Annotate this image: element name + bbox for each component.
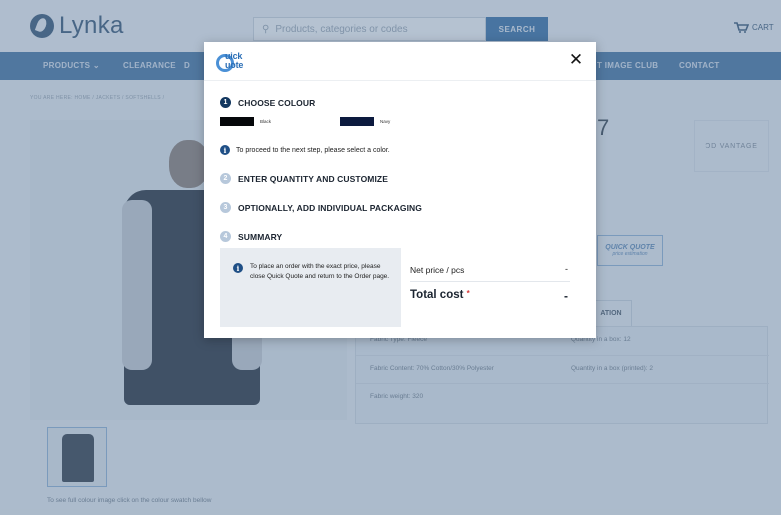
quick-quote-logo: uick uote [216,50,256,76]
total-cost-value: - [564,289,568,303]
select-colour-message: i To proceed to the next step, please se… [220,145,390,155]
required-mark: * [466,289,470,298]
step-number: 1 [220,97,231,108]
step-enter-quantity: 2 ENTER QUANTITY AND CUSTOMIZE [220,173,388,184]
step-choose-colour: 1 CHOOSE COLOUR [220,97,315,108]
swatch-color-box [340,117,374,126]
info-icon: i [220,145,230,155]
swatch-color-box [220,117,254,126]
summary-box: i To place an order with the exact price… [220,248,580,327]
net-price-value: - [565,264,568,274]
info-icon: i [233,263,243,273]
price-divider [410,281,570,282]
quick-quote-modal: uick uote ✕ 1 CHOOSE COLOUR Black Navy i… [204,42,596,338]
step-label: CHOOSE COLOUR [238,97,316,108]
colour-swatch-black[interactable]: Black [220,117,271,126]
total-cost-label: Total cost * [410,289,470,301]
swatch-label: Black [260,119,272,124]
step-number: 3 [220,202,231,213]
logo-text-line2: uote [225,60,244,70]
close-icon[interactable]: ✕ [566,50,586,70]
price-card: Net price / pcs - Total cost * - [401,248,580,327]
header-divider [204,80,596,81]
step-label: OPTIONALLY, ADD INDIVIDUAL PACKAGING [238,202,423,213]
net-price-label: Net price / pcs [410,265,465,275]
total-cost-text: Total cost [410,289,464,301]
step-number: 2 [220,173,231,184]
step-label: SUMMARY [238,231,283,242]
step-summary: 4 SUMMARY [220,231,282,242]
summary-note-text: To place an order with the exact price, … [250,263,390,280]
quick-quote-logo-text: uick uote [225,52,243,70]
info-text: To proceed to the next step, please sele… [236,146,390,154]
swatch-label: Navy [380,119,391,124]
colour-swatch-navy[interactable]: Navy [340,117,390,126]
step-label: ENTER QUANTITY AND CUSTOMIZE [238,173,388,184]
step-packaging: 3 OPTIONALLY, ADD INDIVIDUAL PACKAGING [220,202,422,213]
step-number: 4 [220,231,231,242]
